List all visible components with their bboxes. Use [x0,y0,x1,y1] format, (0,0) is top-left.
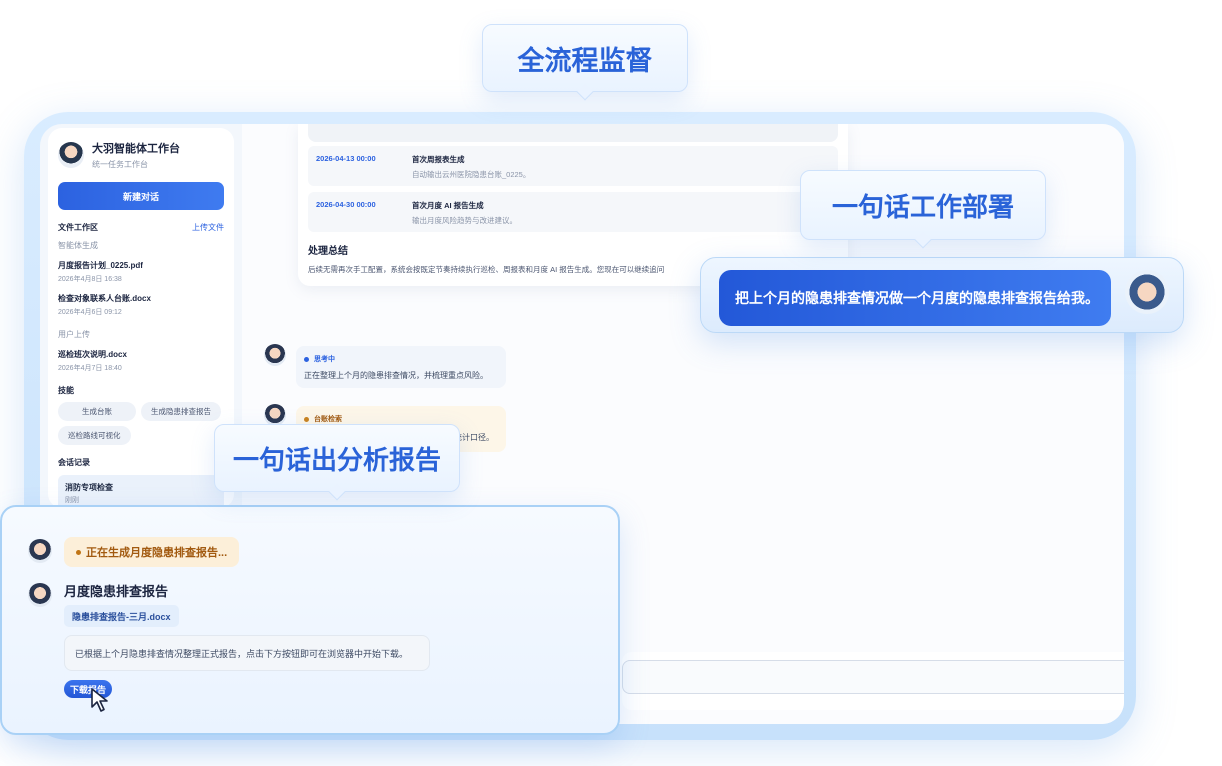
schedule-desc: 自动输出云州医院隐患台账_0225。 [412,170,531,179]
skill-chip[interactable]: 生成隐患排查报告 [141,402,221,421]
report-file-chip[interactable]: 隐患排查报告-三月.docx [64,605,179,627]
agent-avatar [58,142,84,168]
skill-chip[interactable]: 巡检路线可视化 [58,426,131,445]
files-header-label: 文件工作区 [58,223,98,232]
ledger-status: 台账检索 [304,414,498,424]
app-title: 大羽智能体工作台 [92,143,180,155]
session-time: 刚刚 [65,497,79,504]
file-item[interactable]: 月度报告计划_0225.pdf 2026年4月8日 16:38 [58,260,224,284]
callout-one-sentence-deploy: 一句话工作部署 [800,170,1046,249]
status-dot-icon [304,356,309,362]
files-section-header: 文件工作区 上传文件 [58,222,224,233]
generating-text: 正在生成月度隐患排查报告... [86,547,228,559]
file-name: 月度报告计划_0225.pdf [58,261,143,270]
callout-tail [576,83,594,101]
composer: 发送 [622,652,1124,710]
callout-text: 一句话工作部署 [831,191,1014,222]
user-upload-label: 用户上传 [58,330,90,339]
agent-avatar [28,583,52,607]
callout-full-process: 全流程监督 [482,24,688,101]
skills-header-label: 技能 [58,386,74,395]
user-prompt-panel: 把上个月的隐患排查情况做一个月度的隐患排查报告给我。 [700,257,1184,333]
ai-generated-label: 智能体生成 [58,241,98,250]
generating-status: 正在生成月度隐患排查报告... [64,537,240,567]
schedule-date: 2026-04-30 00:00 [316,200,376,209]
report-panel: 正在生成月度隐患排查报告... 月度隐患排查报告 隐患排查报告-三月.docx … [0,505,620,735]
report-description: 已根据上个月隐患排查情况整理正式报告，点击下方按钮即可在浏览器中开始下载。 [64,635,430,671]
file-date: 2026年4月6日 09:12 [58,309,122,316]
schedule-title: 首次周报表生成 [412,155,465,164]
user-avatar [1125,270,1169,314]
callout-text: 全流程监督 [517,45,653,76]
report-title: 月度隐患排查报告 [64,584,169,599]
thinking-status: 思考中 [304,354,498,364]
agent-avatar [264,404,286,426]
sidebar: 大羽智能体工作台 统一任务工作台 新建对话 文件工作区 上传文件 智能体生成 月… [48,128,234,512]
thinking-label: 思考中 [314,356,335,363]
skill-chip[interactable]: 生成台账 [58,402,136,421]
mouse-cursor-icon [91,688,108,712]
skills-list: 生成台账 生成隐患排查报告 巡检路线可视化 [58,402,224,445]
schedule-row: 2026-04-13 00:00 首次周报表生成 自动输出云州医院隐患台账_02… [308,146,838,186]
file-date: 2026年4月8日 16:38 [58,276,122,283]
callout-text: 一句话出分析报告 [232,444,441,475]
schedule-row: 2026-04-30 00:00 首次月度 AI 报告生成 输出月度风险趋势与改… [308,192,838,232]
schedule-desc: 输出月度风险趋势与改进建议。 [412,216,517,225]
agent-avatar [264,344,286,366]
summary-title: 处理总结 [308,246,348,257]
new-chat-button[interactable]: 新建对话 [58,182,224,210]
file-name: 巡检班次说明.docx [58,350,127,359]
status-dot-icon [76,549,81,555]
file-date: 2026年4月7日 18:40 [58,365,122,372]
file-item[interactable]: 巡检班次说明.docx 2026年4月7日 18:40 [58,349,224,373]
thinking-text: 正在整理上个月的隐患排查情况，并梳理重点风险。 [304,371,488,380]
ledger-label: 台账检索 [314,416,342,423]
skills-header: 技能 [58,385,224,396]
upload-file-link[interactable]: 上传文件 [192,222,224,233]
file-name: 检查对象联系人台账.docx [58,294,151,303]
message-input[interactable] [622,660,1124,694]
card-top-strip [308,124,838,142]
thinking-bubble: 思考中 正在整理上个月的隐患排查情况，并梳理重点风险。 [296,346,506,388]
sessions-header-label: 会话记录 [58,458,90,467]
agent-avatar [28,539,52,563]
brand: 大羽智能体工作台 统一任务工作台 [58,140,224,170]
user-message-bubble: 把上个月的隐患排查情况做一个月度的隐患排查报告给我。 [719,270,1111,326]
schedule-date: 2026-04-13 00:00 [316,154,376,163]
session-name: 消防专项检查 [65,483,113,492]
app-subtitle: 统一任务工作台 [92,160,148,169]
sessions-header: 会话记录 [58,457,224,468]
status-dot-icon [304,416,309,422]
schedule-title: 首次月度 AI 报告生成 [412,201,484,210]
callout-one-sentence-report: 一句话出分析报告 [214,424,460,501]
file-item[interactable]: 检查对象联系人台账.docx 2026年4月6日 09:12 [58,293,224,317]
